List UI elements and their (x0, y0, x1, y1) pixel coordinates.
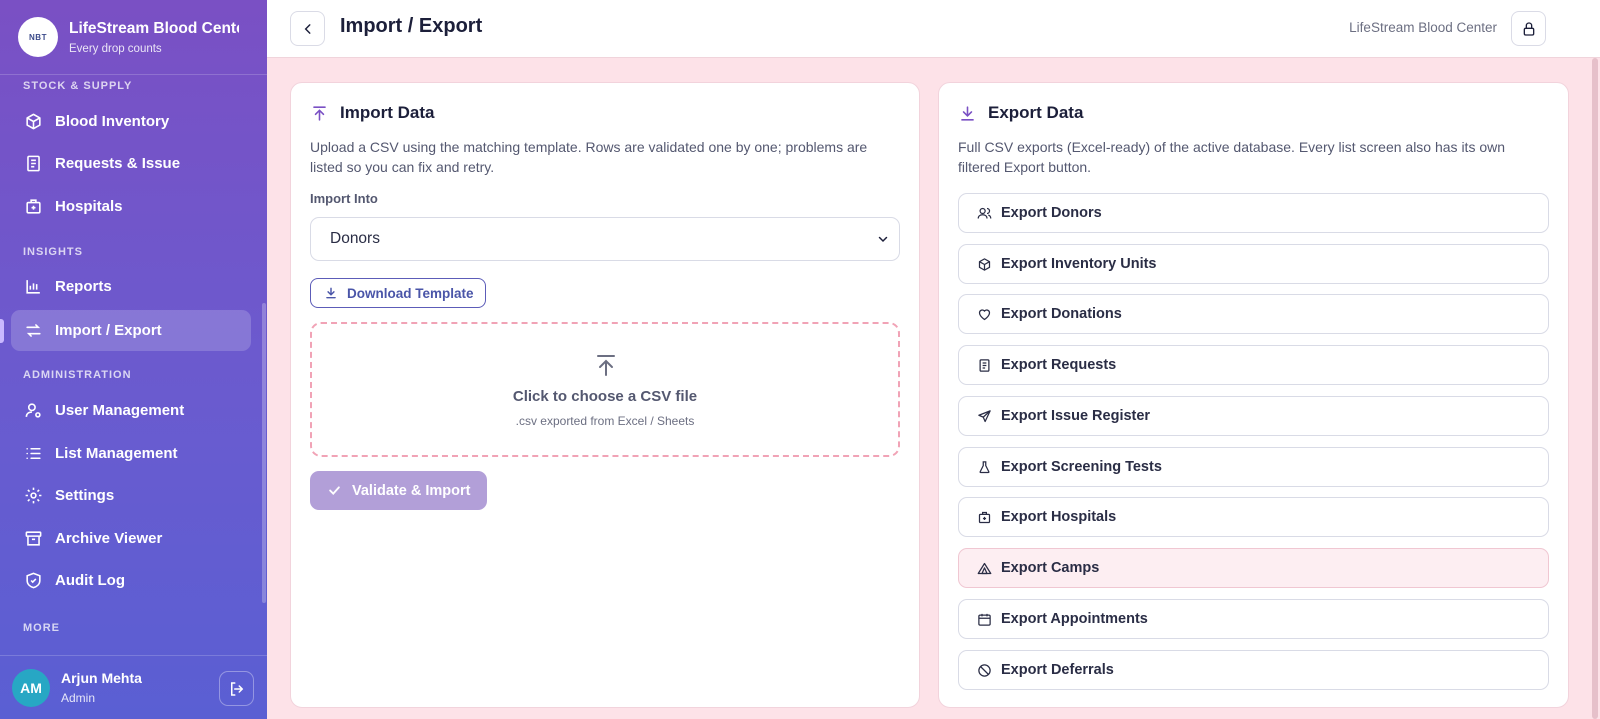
dropzone-subtitle: .csv exported from Excel / Sheets (515, 414, 695, 428)
swap-arrows-icon (26, 324, 41, 337)
brand-name: LifeStream Blood Center (69, 19, 239, 37)
user-footer: AM Arjun Mehta Admin (0, 655, 267, 719)
upload-icon (597, 355, 615, 376)
sidebar-item-import-export[interactable]: Import / Export (11, 310, 251, 351)
document-icon (979, 358, 990, 372)
nav-section-stock-supply: STOCK & SUPPLY (23, 80, 133, 92)
export-requests-button[interactable]: Export Requests (958, 345, 1549, 385)
export-donors-button[interactable]: Export Donors (958, 193, 1549, 233)
page-title: Import / Export (340, 15, 483, 37)
user-cog-icon (25, 403, 41, 418)
csv-dropzone[interactable]: Click to choose a CSV file .csv exported… (310, 322, 900, 457)
hospital-icon (978, 511, 991, 523)
brand: NBT LifeStream Blood Center Every drop c… (0, 0, 267, 75)
active-indicator (0, 319, 4, 343)
sidebar-item-reports[interactable]: Reports (11, 266, 251, 307)
lock-icon (1523, 21, 1534, 36)
logout-icon (230, 681, 243, 696)
nav-section-more: MORE (23, 622, 60, 634)
brand-tagline: Every drop counts (69, 42, 162, 55)
nav-section-administration: ADMINISTRATION (23, 369, 132, 381)
sidebar-item-blood-inventory[interactable]: Blood Inventory (11, 101, 251, 142)
box-icon (978, 257, 991, 271)
heart-icon (978, 308, 991, 320)
send-icon (978, 409, 991, 422)
sidebar-scrollbar[interactable] (262, 303, 266, 603)
export-inventory-units-button[interactable]: Export Inventory Units (958, 244, 1549, 284)
logout-button[interactable] (219, 671, 254, 706)
import-panel: Import Data Upload a CSV using the match… (290, 82, 920, 708)
user-name: Arjun Mehta (61, 670, 142, 686)
users-icon (977, 207, 992, 219)
ban-icon (978, 663, 991, 677)
box-icon (26, 113, 41, 130)
import-title: Import Data (310, 103, 434, 123)
top-header: Import / Export LifeStream Blood Center (267, 0, 1600, 58)
export-title: Export Data (958, 103, 1083, 123)
import-description: Upload a CSV using the matching template… (310, 139, 868, 175)
import-into-label: Import Into (310, 191, 378, 206)
lock-button[interactable] (1511, 11, 1546, 46)
dropzone-title: Click to choose a CSV file (512, 388, 698, 405)
calendar-icon (978, 613, 991, 626)
page-scrollbar[interactable] (1592, 58, 1598, 719)
sidebar-item-list-management[interactable]: List Management (11, 433, 251, 474)
download-icon (326, 287, 336, 299)
sidebar-item-hospitals[interactable]: Hospitals (11, 186, 251, 227)
export-donations-button[interactable]: Export Donations (958, 294, 1549, 334)
export-camps-button[interactable]: Export Camps (958, 548, 1549, 588)
upload-icon (313, 105, 326, 121)
chevron-left-icon (304, 23, 310, 34)
download-template-button[interactable]: Download Template (310, 278, 486, 308)
user-role: Admin (61, 691, 96, 705)
sidebar-item-user-management[interactable]: User Management (11, 390, 251, 431)
import-into-select[interactable]: Donors (310, 217, 900, 261)
sidebar-item-audit-log[interactable]: Audit Log (11, 560, 251, 601)
list-icon (26, 447, 41, 460)
export-description: Full CSV exports (Excel-ready) of the ac… (958, 139, 1506, 175)
brand-logo: NBT (18, 17, 58, 57)
export-panel: Export Data Full CSV exports (Excel-read… (938, 82, 1569, 708)
export-deferrals-button[interactable]: Export Deferrals (958, 650, 1549, 690)
download-icon (961, 105, 974, 121)
bar-chart-icon (26, 280, 40, 294)
hospital-icon (26, 199, 41, 214)
gear-icon (25, 487, 42, 504)
nav-section-insights: INSIGHTS (23, 246, 83, 258)
export-screening-tests-button[interactable]: Export Screening Tests (958, 447, 1549, 487)
shield-check-icon (26, 572, 41, 589)
document-icon (27, 155, 40, 172)
export-issue-register-button[interactable]: Export Issue Register (958, 396, 1549, 436)
check-icon (329, 486, 340, 495)
tent-icon (977, 562, 992, 574)
sidebar-item-settings[interactable]: Settings (11, 475, 251, 516)
sidebar-item-requests-issue[interactable]: Requests & Issue (11, 143, 251, 184)
sidebar-item-archive-viewer[interactable]: Archive Viewer (11, 518, 251, 559)
avatar: AM (12, 668, 50, 707)
export-appointments-button[interactable]: Export Appointments (958, 599, 1549, 639)
chevron-down-icon (878, 236, 888, 243)
archive-icon (25, 531, 42, 546)
sidebar: NBT LifeStream Blood Center Every drop c… (0, 0, 267, 719)
export-hospitals-button[interactable]: Export Hospitals (958, 497, 1549, 537)
header-org-name: LifeStream Blood Center (1349, 20, 1497, 35)
flask-icon (979, 460, 990, 473)
validate-import-button[interactable]: Validate & Import (310, 471, 487, 510)
back-button[interactable] (290, 11, 325, 46)
